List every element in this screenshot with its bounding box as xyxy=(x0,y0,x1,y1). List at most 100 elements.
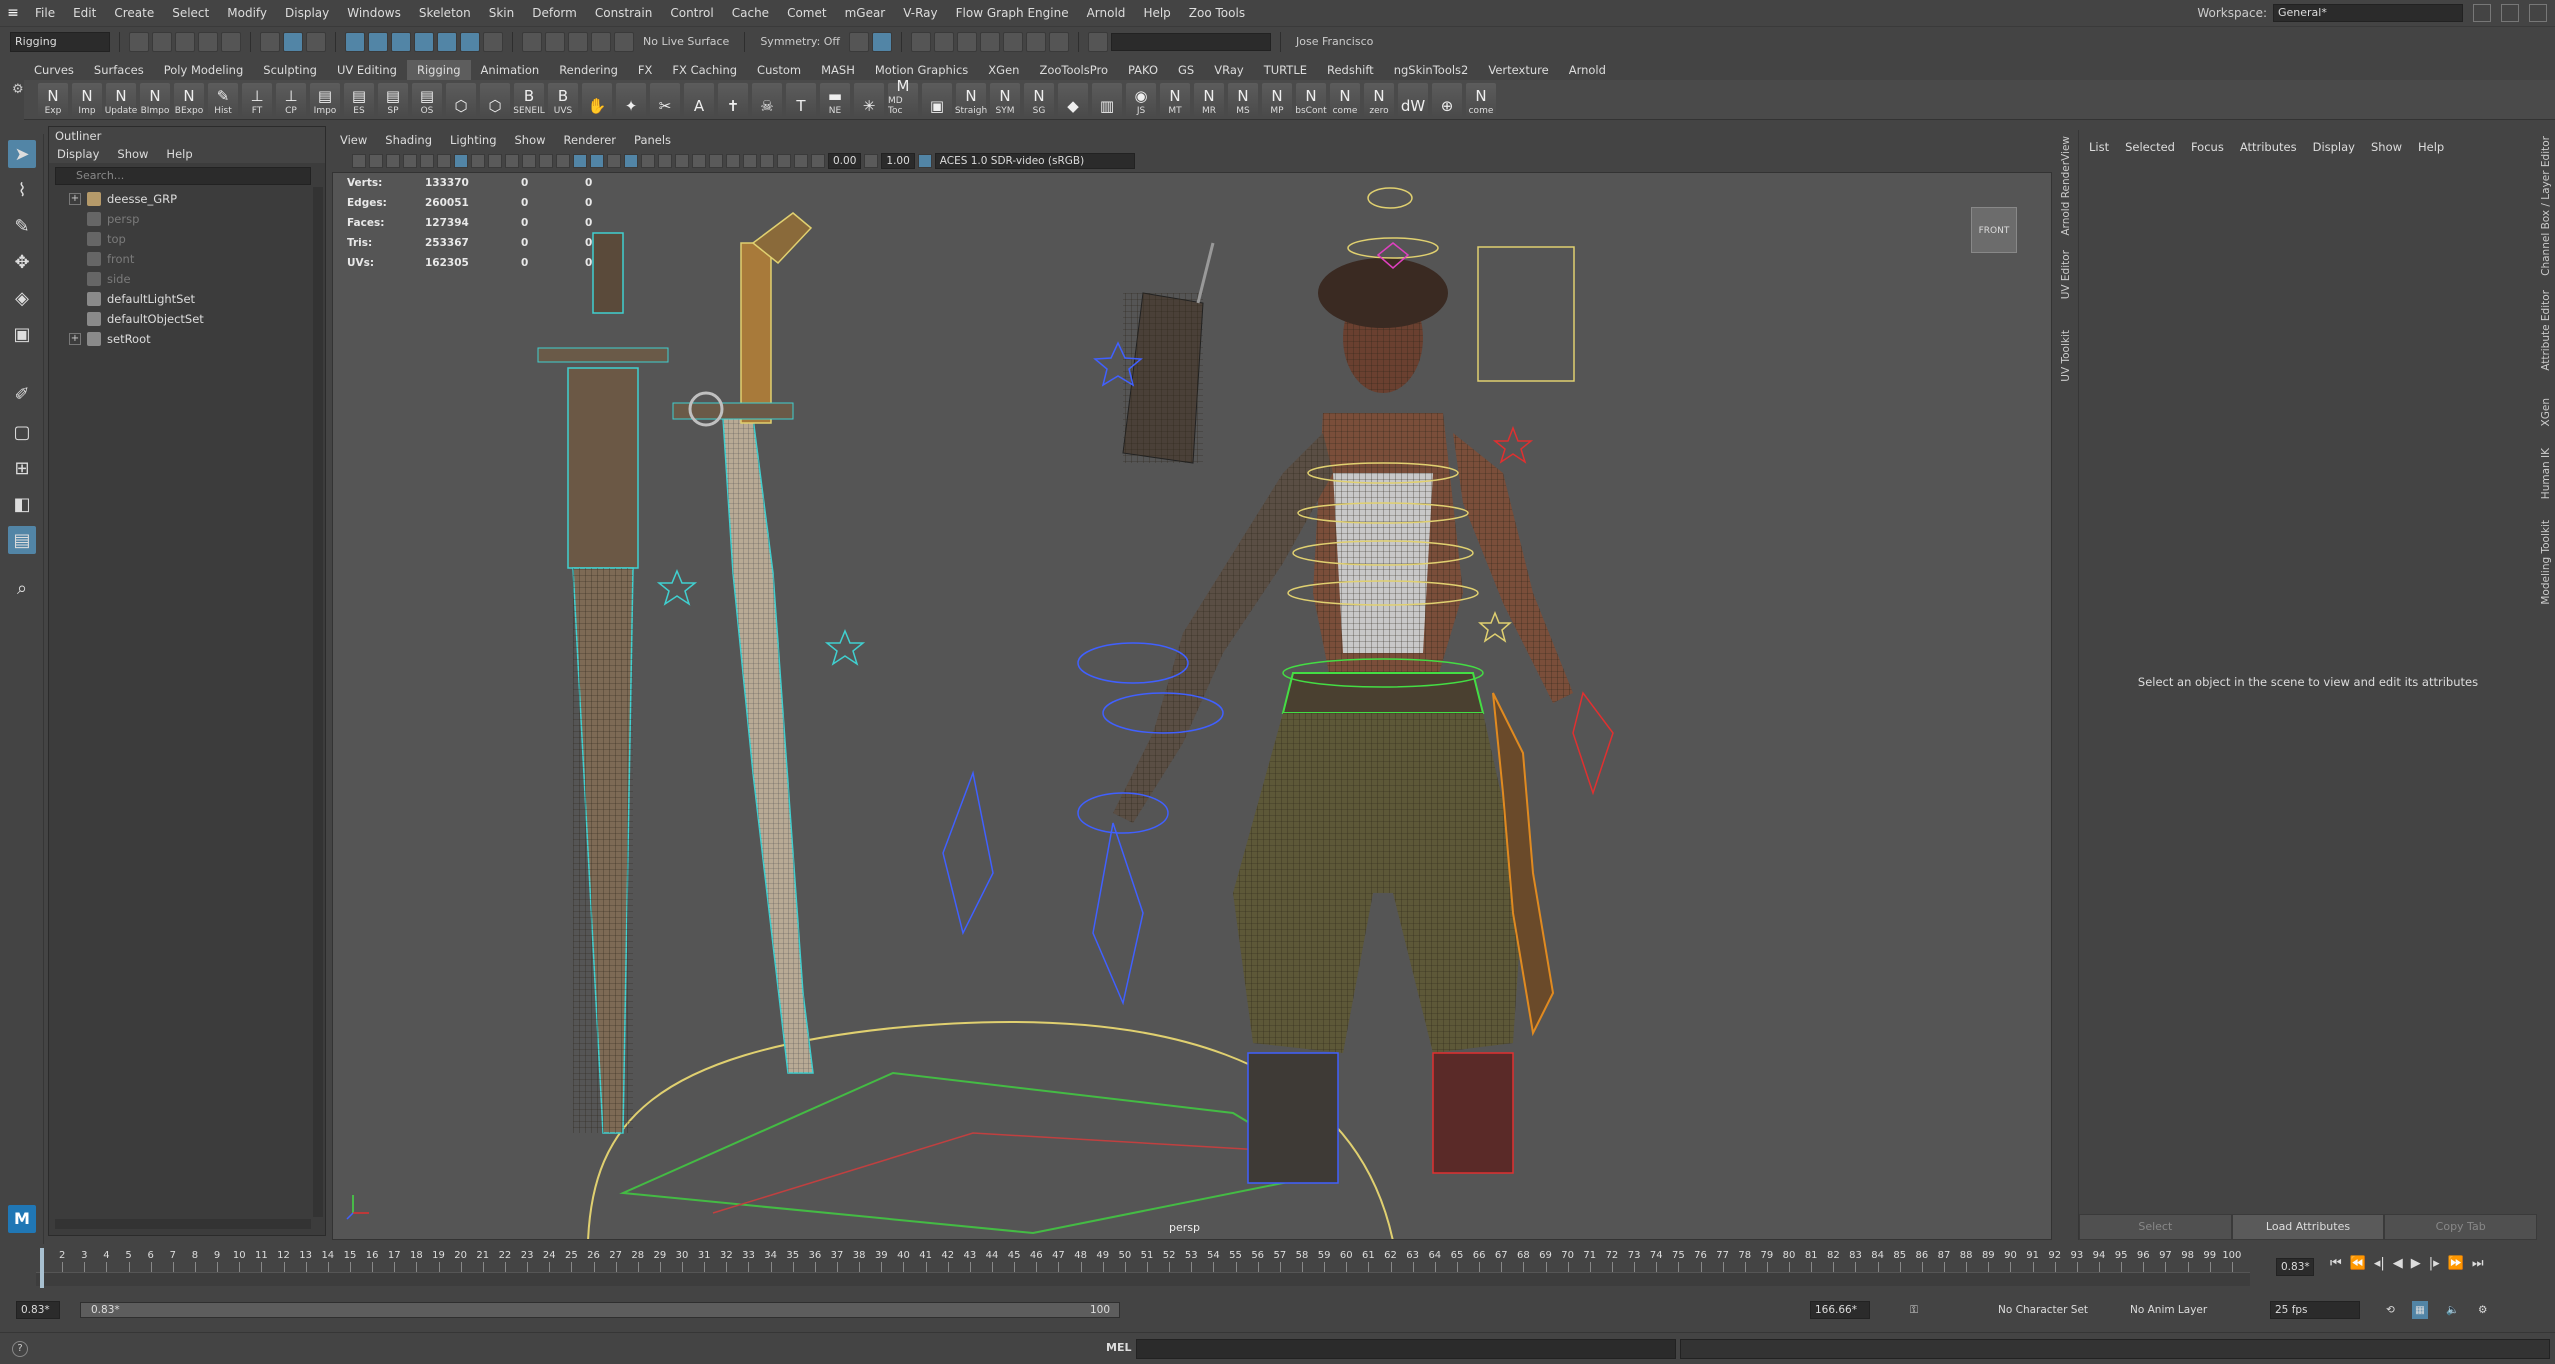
go-to-start-icon[interactable]: ⏮ xyxy=(2330,1256,2342,1278)
outliner-item[interactable]: defaultLightSet xyxy=(49,289,325,309)
shelf-button[interactable]: ✦ xyxy=(616,82,646,117)
shelf-tab-mash[interactable]: MASH xyxy=(811,60,865,80)
shelf-tab-rendering[interactable]: Rendering xyxy=(549,60,628,80)
persp-outliner-icon[interactable]: ◧ xyxy=(8,490,36,518)
expand-icon[interactable]: + xyxy=(69,333,81,345)
fps-select[interactable]: 25 fps xyxy=(2270,1301,2360,1319)
auto-key-icon[interactable]: ▦ xyxy=(2412,1301,2428,1319)
user-account-menu[interactable]: Jose Francisco xyxy=(1290,35,1379,48)
outliner-menu-help[interactable]: Help xyxy=(166,145,192,163)
go-to-end-icon[interactable]: ⏭ xyxy=(2472,1256,2484,1278)
menu-help[interactable]: Help xyxy=(1134,6,1179,20)
gate-mask-icon[interactable] xyxy=(505,154,519,168)
shelf-tab-xgen[interactable]: XGen xyxy=(978,60,1029,80)
menu-select[interactable]: Select xyxy=(163,6,218,20)
colorspace-select[interactable]: ACES 1.0 SDR-video (sRGB) xyxy=(934,153,1135,169)
snap-view-plane-icon[interactable] xyxy=(591,31,611,52)
shelf-tab-vray[interactable]: VRay xyxy=(1204,60,1253,80)
select-object-icon[interactable] xyxy=(283,31,303,52)
pause-viewport-icon[interactable] xyxy=(1049,31,1070,52)
side-tab-arnold-renderview[interactable]: Arnold RenderView xyxy=(2060,136,2072,236)
anti-aliasing-icon[interactable] xyxy=(726,154,740,168)
bookmarks-icon[interactable] xyxy=(386,154,400,168)
menu-arnold[interactable]: Arnold xyxy=(1078,6,1135,20)
shelf-button[interactable]: ⊕ xyxy=(1432,82,1462,117)
shelf-button[interactable]: B SENEIL xyxy=(513,82,545,117)
copy-tab-button[interactable]: Copy Tab xyxy=(2384,1214,2538,1240)
viewport-menu-show[interactable]: Show xyxy=(515,130,546,150)
motion-blur-icon[interactable] xyxy=(709,154,723,168)
menu-windows[interactable]: Windows xyxy=(338,6,410,20)
menu-set-select[interactable]: Rigging xyxy=(10,31,110,52)
menu-constrain[interactable]: Constrain xyxy=(586,6,662,20)
shelf-button[interactable]: N Imp xyxy=(72,82,102,117)
play-forwards-icon[interactable]: ▶ xyxy=(2411,1256,2421,1278)
attr-menu-display[interactable]: Display xyxy=(2313,130,2355,164)
workspace-select[interactable]: General* xyxy=(2273,4,2463,22)
viewport-menu-renderer[interactable]: Renderer xyxy=(564,130,617,150)
viewcube[interactable]: FRONT xyxy=(1971,207,2017,253)
redo-icon[interactable] xyxy=(221,31,241,52)
key-icon[interactable]: ⚿ xyxy=(1910,1301,1918,1319)
select-tool-icon[interactable]: ➤ xyxy=(8,140,36,168)
shelf-tab-sculpting[interactable]: Sculpting xyxy=(253,60,327,80)
layout-button-3[interactable] xyxy=(2529,4,2547,22)
menu-deform[interactable]: Deform xyxy=(523,6,586,20)
shelf-button[interactable]: A xyxy=(684,82,714,117)
shelf-button[interactable]: N SG xyxy=(1024,82,1054,117)
shelf-button[interactable]: ⬡ xyxy=(446,82,476,117)
range-slider[interactable]: 0.83* xyxy=(80,1302,1120,1318)
shelf-tab-vertexture[interactable]: Vertexture xyxy=(1478,60,1558,80)
isolate-select-icon[interactable] xyxy=(760,154,774,168)
search-icon[interactable]: ⌕ xyxy=(8,574,36,602)
2d-pan-zoom-icon[interactable] xyxy=(420,154,434,168)
shelf-button[interactable]: N MT xyxy=(1160,82,1190,117)
shelf-tab-ngskintools2[interactable]: ngSkinTools2 xyxy=(1384,60,1479,80)
select-component-icon[interactable] xyxy=(306,31,326,52)
outliner-item[interactable]: persp xyxy=(49,209,325,229)
shelf-button[interactable]: ▤ ES xyxy=(344,82,374,117)
camera-attributes-icon[interactable] xyxy=(369,154,383,168)
viewport-3d[interactable]: Verts: 133370 0 0 Edges: 260051 0 0 Faces: 127394… xyxy=(332,172,2052,1240)
ipr-icon[interactable] xyxy=(872,31,893,52)
live-surface-label[interactable]: No Live Surface xyxy=(637,35,735,48)
shelf-button[interactable]: ▤ SP xyxy=(378,82,408,117)
attr-menu-focus[interactable]: Focus xyxy=(2191,130,2224,164)
wireframe-on-shaded-icon[interactable] xyxy=(624,154,638,168)
script-language-label[interactable]: MEL xyxy=(1106,1341,1131,1354)
four-view-icon[interactable]: ⊞ xyxy=(8,454,36,482)
shelf-button[interactable]: ✎ Hist xyxy=(208,82,238,117)
help-icon[interactable]: ? xyxy=(12,1341,28,1357)
textured-icon[interactable] xyxy=(641,154,655,168)
depth-of-field-icon[interactable] xyxy=(743,154,757,168)
safe-action-icon[interactable] xyxy=(539,154,553,168)
attr-menu-list[interactable]: List xyxy=(2089,130,2109,164)
shelf-tab-fx[interactable]: FX xyxy=(628,60,663,80)
gamma-icon[interactable] xyxy=(864,154,879,168)
outliner-item[interactable]: + setRoot xyxy=(49,329,325,349)
menu-file[interactable]: File xyxy=(26,6,64,20)
menu-skin[interactable]: Skin xyxy=(480,6,524,20)
step-forward-key-icon[interactable]: ⏩ xyxy=(2448,1256,2464,1278)
shadows-icon[interactable] xyxy=(675,154,689,168)
shelf-button[interactable]: N MS xyxy=(1228,82,1258,117)
shelf-button[interactable]: ✳ xyxy=(854,82,884,117)
right-tab-modeling-toolkit[interactable]: Modeling Toolkit xyxy=(2540,520,2552,605)
input-field[interactable] xyxy=(1111,32,1272,51)
shelf-button[interactable]: N MP xyxy=(1262,82,1292,117)
sidebar-toggle-icon[interactable] xyxy=(1088,31,1109,52)
shelf-button[interactable]: ☠ xyxy=(752,82,782,117)
resolution-gate-icon[interactable] xyxy=(488,154,502,168)
shelf-button[interactable]: ▥ xyxy=(1092,82,1122,117)
outliner-item[interactable]: side xyxy=(49,269,325,289)
shelf-tab-animation[interactable]: Animation xyxy=(471,60,550,80)
construction-history-icon[interactable] xyxy=(849,31,870,52)
field-chart-icon[interactable] xyxy=(522,154,536,168)
viewport-menu-panels[interactable]: Panels xyxy=(634,130,671,150)
undo-icon[interactable] xyxy=(198,31,218,52)
right-tab-human-ik[interactable]: Human IK xyxy=(2540,448,2552,499)
shelf-button[interactable]: ✝ xyxy=(718,82,748,117)
shelf-button[interactable]: Nzero xyxy=(1364,82,1394,117)
outliner-menu-show[interactable]: Show xyxy=(117,145,148,163)
step-forward-frame-icon[interactable]: |▸ xyxy=(2429,1256,2440,1278)
